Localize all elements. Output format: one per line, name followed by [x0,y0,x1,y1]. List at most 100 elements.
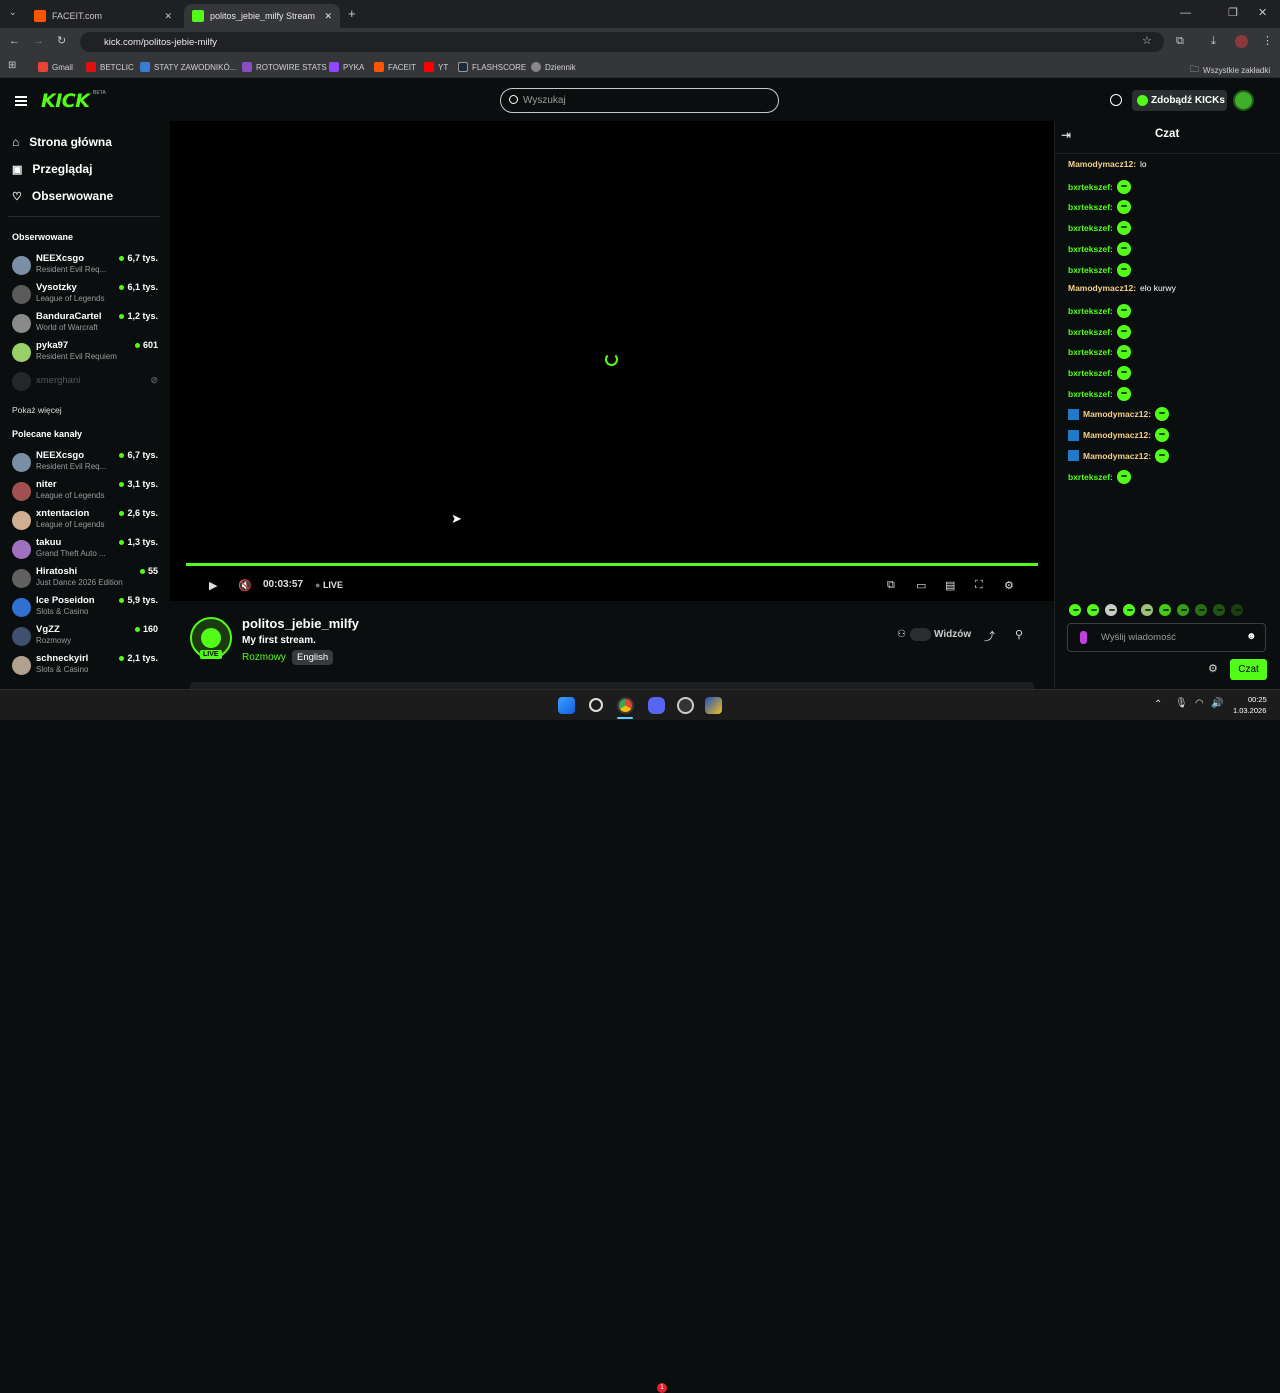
collapse-chat-icon[interactable]: ⇥ [1061,128,1071,142]
get-kicks-button[interactable]: Zdobądź KICKs [1132,90,1227,111]
close-icon[interactable]: ✕ [324,11,332,22]
volume-icon[interactable]: 🔊 [1211,698,1223,709]
channel-name-heading[interactable]: politos_jebie_milfy [242,616,359,631]
fullscreen-icon[interactable]: ⛶ [975,579,983,592]
discord-icon[interactable] [648,697,665,714]
video-player[interactable]: ➤ [170,121,1054,601]
chat-username[interactable]: bxrtekszef: [1068,202,1113,212]
live-indicator[interactable]: ● LIVE [315,580,343,590]
bookmark-yt[interactable]: YT [424,62,448,72]
wifi-icon[interactable]: ◠ [1195,698,1204,709]
chat-username[interactable]: Mamodymacz12: [1083,409,1151,419]
bookmark-staty[interactable]: STATY ZAWODNIKÓ... [140,62,236,72]
forward-icon[interactable]: → [33,36,44,47]
play-icon[interactable]: ▶ [209,579,217,592]
chat-username[interactable]: bxrtekszef: [1068,368,1113,378]
kicks-coin-icon[interactable] [1110,94,1122,106]
kick-logo[interactable]: KICK [41,90,90,112]
miniplayer-icon[interactable]: ⧉ [887,579,895,592]
new-tab-icon[interactable]: + [348,7,356,20]
back-icon[interactable]: ← [9,36,20,47]
tab-faceit[interactable]: FACEIT.com ✕ [26,4,180,28]
nav-home[interactable]: ⌂ Strona główna [12,135,112,149]
microphone-tray-icon[interactable]: 🎙 [1175,698,1188,709]
tab-kick[interactable]: politos_jebie_milfy Stream - Wa ✕ [184,4,340,28]
chat-username[interactable]: Mamodymacz12: [1083,430,1151,440]
steam-icon[interactable] [677,697,694,714]
emote-icon[interactable] [1195,604,1207,616]
menu-icon[interactable]: ⋮ [1262,36,1273,47]
bookmark-dziennik[interactable]: Dziennik [531,62,576,72]
recommended-channel[interactable]: schneckyirl Slots & Casino 2,1 tys. [12,653,160,681]
search-icon[interactable] [589,698,603,712]
clock-time[interactable]: 00:25 [1248,695,1267,704]
nav-following[interactable]: ♡ Obserwowane [12,189,113,203]
chat-settings-icon[interactable]: ⚙ [1208,662,1218,675]
url-field[interactable]: kick.com/politos-jebie-milfy [80,32,1164,52]
all-bookmarks[interactable]: 🗀 Wszystkie zakładki [1190,62,1270,78]
search-input[interactable]: Wyszukaj [500,88,779,113]
followed-channel-offline[interactable]: xmerghani ⊘ [12,372,160,403]
bookmark-star-icon[interactable]: ☆ [1142,36,1152,47]
mute-icon[interactable]: 🔇 [238,579,252,592]
recommended-channel[interactable]: Ice Poseidon Slots & Casino 5,9 tys. [12,595,160,623]
reload-icon[interactable]: ↻ [57,36,66,47]
show-more-link[interactable]: Pokaż więcej [12,405,62,415]
nav-browse[interactable]: ▣ Przeglądaj [12,162,92,176]
chat-message-input[interactable]: Wyślij wiadomość ☻ [1067,623,1266,652]
windows-start-icon[interactable] [558,697,575,714]
profile-avatar[interactable] [1235,35,1248,48]
language-tag[interactable]: English [292,650,334,665]
emote-icon[interactable] [1213,604,1225,616]
chat-username[interactable]: bxrtekszef: [1068,265,1113,275]
app-icon[interactable] [705,697,722,714]
microphone-icon[interactable] [1080,631,1087,644]
recommended-channel[interactable]: VgZZ Rozmowy 160 [12,624,160,652]
bookmark-gmail[interactable]: Gmail [38,62,73,72]
progress-bar[interactable] [186,563,1038,566]
emote-icon[interactable] [1159,604,1171,616]
emote-icon[interactable] [1177,604,1189,616]
share-icon[interactable]: ⤴ [984,628,995,644]
recommended-channel[interactable]: niter League of Legends 3,1 tys. [12,479,160,507]
recommended-channel[interactable]: xntentacion League of Legends 2,6 tys. [12,508,160,536]
chat-username[interactable]: bxrtekszef: [1068,244,1113,254]
bookmark-flashscore[interactable]: FLASHSCORE [458,62,526,72]
bookmark-betclic[interactable]: BETCLIC [86,62,134,72]
followed-channel[interactable]: BanduraCartel World of Warcraft 1,2 tys. [12,311,160,339]
bookmark-pyka[interactable]: PYKA [329,62,364,72]
settings-gear-icon[interactable]: ⚙ [1004,579,1014,592]
close-icon[interactable]: ✕ [164,11,172,22]
recommended-channel[interactable]: takuu Grand Theft Auto ... 1,3 tys. [12,537,160,565]
bookmark-faceit[interactable]: FACEIT [374,62,416,72]
window-close-icon[interactable]: ✕ [1258,8,1267,19]
minimize-icon[interactable]: — [1180,8,1191,19]
chat-username[interactable]: bxrtekszef: [1068,306,1113,316]
wide-mode-icon[interactable]: ▤ [945,579,955,592]
chat-username[interactable]: bxrtekszef: [1068,389,1113,399]
emote-icon[interactable] [1231,604,1243,616]
followed-channel[interactable]: NEEXcsgo Resident Evil Req... 6,7 tys. [12,253,160,281]
chrome-icon[interactable] [617,697,634,714]
download-icon[interactable]: ⤓ [1211,36,1216,47]
chat-username[interactable]: bxrtekszef: [1068,327,1113,337]
follow-user-icon[interactable]: ⚲ [1015,628,1023,641]
chat-username[interactable]: Mamodymacz12: [1068,283,1136,293]
clock-date[interactable]: 1.03.2026 [1233,706,1266,715]
emote-icon[interactable] [1105,604,1117,616]
followed-channel[interactable]: pyka97 Resident Evil Requiem 601 [12,340,160,368]
recommended-channel[interactable]: Hiratoshi Just Dance 2026 Edition 55 [12,566,160,594]
bookmark-rotowire[interactable]: ROTOWIRE STATS [242,62,327,72]
chat-username[interactable]: bxrtekszef: [1068,472,1113,482]
apps-icon[interactable]: ⊞ [8,61,16,71]
hamburger-menu-icon[interactable] [15,96,27,106]
tray-chevron-icon[interactable]: ⌃ [1154,699,1162,710]
chat-send-button[interactable]: Czat [1230,659,1267,680]
category-link[interactable]: Rozmowy [242,652,286,663]
chat-username[interactable]: bxrtekszef: [1068,182,1113,192]
theater-mode-icon[interactable]: ▭ [916,579,926,592]
chat-username[interactable]: bxrtekszef: [1068,347,1113,357]
chat-username[interactable]: Mamodymacz12: [1068,159,1136,169]
extensions-icon[interactable]: ⧉ [1176,36,1184,47]
tab-search-icon[interactable]: ⌄ [9,8,17,17]
